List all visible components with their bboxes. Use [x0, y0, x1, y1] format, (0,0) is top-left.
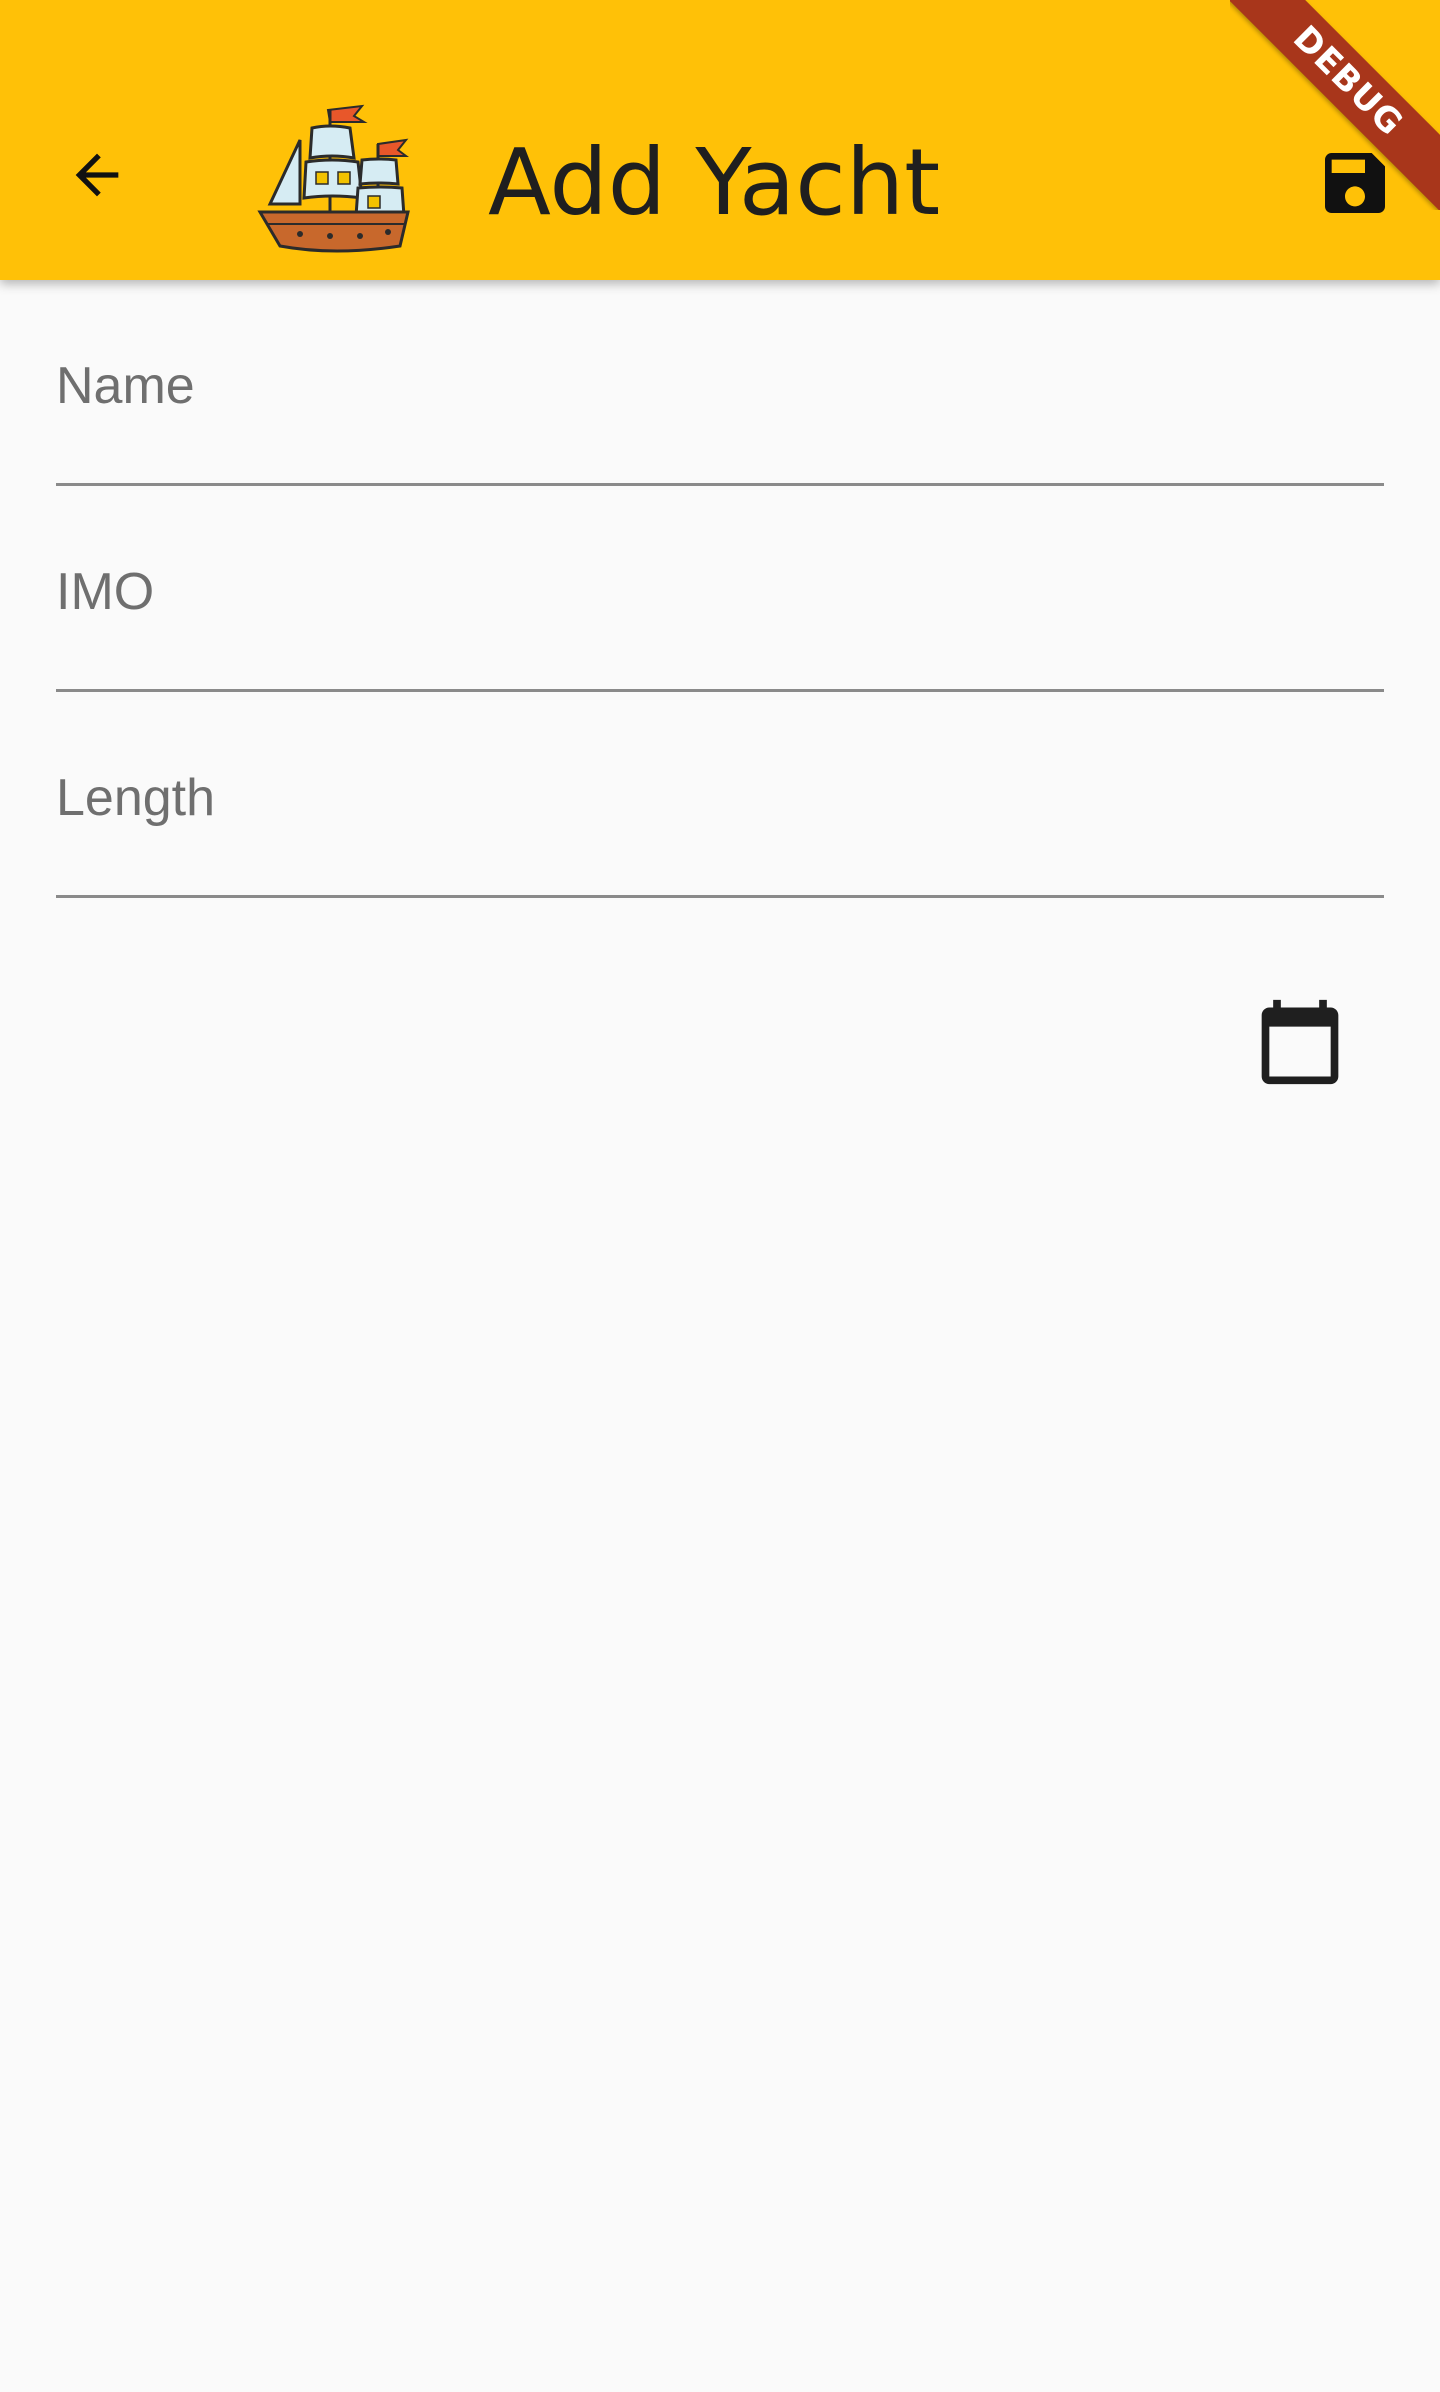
yacht-form: Name IMO Length [56, 280, 1384, 898]
app-bar: Add Yacht [0, 0, 1440, 280]
length-field-underline [56, 895, 1384, 898]
imo-input[interactable] [56, 592, 1384, 684]
save-button[interactable] [1310, 138, 1400, 228]
calendar-icon [1261, 999, 1339, 1085]
date-picker-button[interactable] [1248, 990, 1352, 1094]
name-field[interactable]: Name [56, 280, 1384, 486]
name-input[interactable] [56, 386, 1384, 478]
imo-field[interactable]: IMO [56, 486, 1384, 692]
arrow-back-icon [75, 153, 119, 197]
page-title: Add Yacht [488, 129, 941, 236]
sailing-ship-icon [250, 100, 420, 260]
add-yacht-screen: Add Yacht DEBUG Name IMO Length [0, 0, 1440, 2392]
back-button[interactable] [52, 130, 142, 220]
length-field[interactable]: Length [56, 692, 1384, 898]
length-input[interactable] [56, 798, 1384, 890]
save-floppy-icon [1325, 153, 1385, 213]
